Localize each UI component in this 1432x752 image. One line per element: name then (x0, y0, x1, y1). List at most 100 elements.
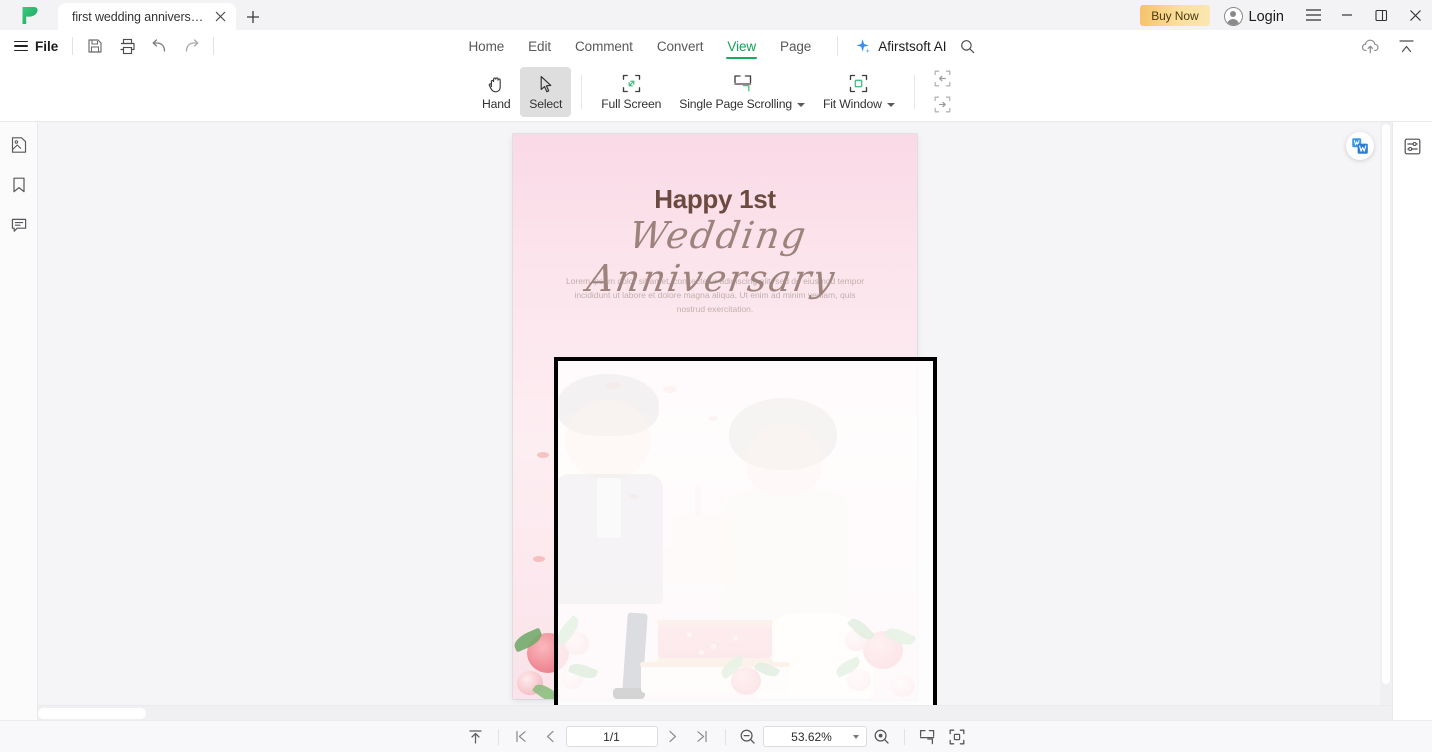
afirstsoft-ai-button[interactable]: Afirstsoft AI (854, 38, 946, 55)
select-tool-label: Select (529, 97, 563, 111)
redo-button[interactable] (175, 33, 207, 59)
horizontal-scrollbar-thumb[interactable] (38, 708, 146, 719)
properties-panel-icon (1404, 138, 1421, 154)
search-button[interactable] (960, 39, 975, 54)
document-tab[interactable]: first wedding anniversar... (58, 3, 236, 30)
first-page-button[interactable] (506, 724, 536, 750)
redo-icon (185, 38, 199, 52)
file-menu-button[interactable]: File (14, 39, 58, 54)
tab-comment[interactable]: Comment (563, 31, 645, 61)
page-number-input[interactable]: 1/1 (565, 726, 658, 747)
thumbnails-icon (11, 137, 26, 153)
zoom-to-previous-button[interactable] (933, 69, 952, 88)
zoom-out-button[interactable] (733, 724, 763, 750)
close-icon (1409, 9, 1421, 21)
scroll-to-top-button[interactable] (461, 724, 491, 750)
page-scrolling-icon (919, 729, 934, 744)
status-fit-window-button[interactable] (942, 724, 972, 750)
select-tool-button[interactable]: Select (520, 66, 572, 117)
plus-icon (247, 10, 259, 23)
vertical-scrollbar-thumb[interactable] (1382, 124, 1390, 684)
zoom-level-select[interactable]: 53.62% (762, 726, 867, 747)
previous-page-button[interactable] (536, 724, 566, 750)
tab-convert[interactable]: Convert (645, 31, 716, 61)
file-menu-label: File (35, 38, 59, 54)
next-page-icon (669, 730, 677, 743)
tab-home[interactable]: Home (457, 31, 517, 61)
single-page-scrolling-text: Single Page Scrolling (679, 97, 792, 111)
divider (837, 36, 839, 56)
zoom-in-button[interactable] (867, 724, 897, 750)
bookmark-icon (12, 177, 25, 193)
horizontal-scrollbar[interactable] (38, 705, 1392, 720)
afirstsoft-logo-icon (22, 6, 38, 24)
user-avatar-icon (1223, 7, 1243, 26)
zoom-to-next-button[interactable] (933, 95, 952, 114)
zoom-to-previous-icon (934, 70, 951, 87)
next-page-button[interactable] (658, 724, 688, 750)
vertical-scrollbar[interactable] (1380, 122, 1392, 705)
first-page-icon (516, 730, 526, 743)
hand-tool-label: Hand (481, 97, 511, 111)
sidebar-item-thumbnails[interactable] (4, 130, 34, 160)
tab-edit[interactable]: Edit (516, 31, 563, 61)
view-ribbon-toolbar: Hand Select Full Screen Single Page Scro… (0, 62, 1432, 122)
full-screen-button[interactable]: Full Screen (592, 67, 670, 117)
close-tab-icon[interactable] (212, 9, 228, 25)
print-button[interactable] (111, 33, 143, 59)
print-icon (120, 38, 135, 54)
chevron-down-icon[interactable] (886, 103, 895, 107)
tab-page[interactable]: Page (768, 31, 823, 61)
last-page-button[interactable] (688, 724, 718, 750)
zoom-out-icon (740, 729, 755, 744)
buy-now-button[interactable]: Buy Now (1140, 5, 1210, 26)
app-menu-button[interactable] (1296, 0, 1330, 30)
save-icon (88, 39, 102, 53)
fit-window-text: Fit Window (822, 97, 882, 111)
zoom-history-group (925, 69, 960, 114)
minimize-button[interactable] (1330, 0, 1364, 30)
file-menu-icon (14, 40, 28, 52)
convert-to-word-button[interactable] (1346, 132, 1374, 160)
single-page-scrolling-label: Single Page Scrolling (679, 97, 805, 111)
status-page-scrolling-button[interactable] (912, 724, 942, 750)
menu-bar: File Home Edit Comment Convert View Page… (0, 30, 1432, 62)
collapse-ribbon-icon (1398, 39, 1414, 52)
divider (581, 74, 583, 109)
hand-tool-button[interactable]: Hand (472, 67, 520, 117)
minimize-icon (1342, 14, 1352, 16)
chevron-down-icon[interactable] (852, 734, 859, 739)
sidebar-item-properties[interactable] (1398, 131, 1428, 161)
canvas-scroll-region[interactable]: Happy 1st Wedding Anniversary Lorem ipsu… (38, 122, 1392, 705)
restore-button[interactable] (1364, 0, 1398, 30)
page-number-value: 1/1 (603, 729, 620, 744)
fit-window-icon (848, 73, 869, 94)
save-button[interactable] (79, 33, 111, 59)
tab-view[interactable]: View (715, 31, 768, 61)
new-tab-button[interactable] (236, 3, 270, 30)
title-bar: first wedding anniversar... Buy Now Logi… (0, 0, 1432, 30)
workspace: Happy 1st Wedding Anniversary Lorem ipsu… (0, 122, 1432, 720)
menubar-right-actions (1354, 33, 1432, 59)
collapse-ribbon-button[interactable] (1390, 33, 1422, 59)
document-tab-title: first wedding anniversar... (72, 9, 206, 24)
chevron-down-icon[interactable] (796, 103, 805, 107)
close-window-button[interactable] (1398, 0, 1432, 30)
single-page-scrolling-button[interactable]: Single Page Scrolling (670, 67, 814, 117)
divider (724, 728, 726, 745)
fit-window-icon (949, 729, 964, 744)
divider (913, 74, 915, 109)
page-scrolling-icon (732, 73, 753, 94)
left-sidebar (0, 122, 38, 720)
cloud-upload-button[interactable] (1354, 33, 1386, 59)
login-button[interactable]: Login (1223, 7, 1284, 26)
document-canvas[interactable]: Happy 1st Wedding Anniversary Lorem ipsu… (38, 122, 1392, 720)
fit-window-button[interactable]: Fit Window (814, 67, 904, 117)
sidebar-item-bookmarks[interactable] (4, 170, 34, 200)
undo-button[interactable] (143, 33, 175, 59)
full-screen-label: Full Screen (601, 97, 662, 111)
selection-crop-box[interactable] (554, 357, 937, 705)
divider (213, 37, 215, 55)
sidebar-item-comments[interactable] (4, 210, 34, 240)
zoom-to-next-icon (934, 96, 951, 113)
